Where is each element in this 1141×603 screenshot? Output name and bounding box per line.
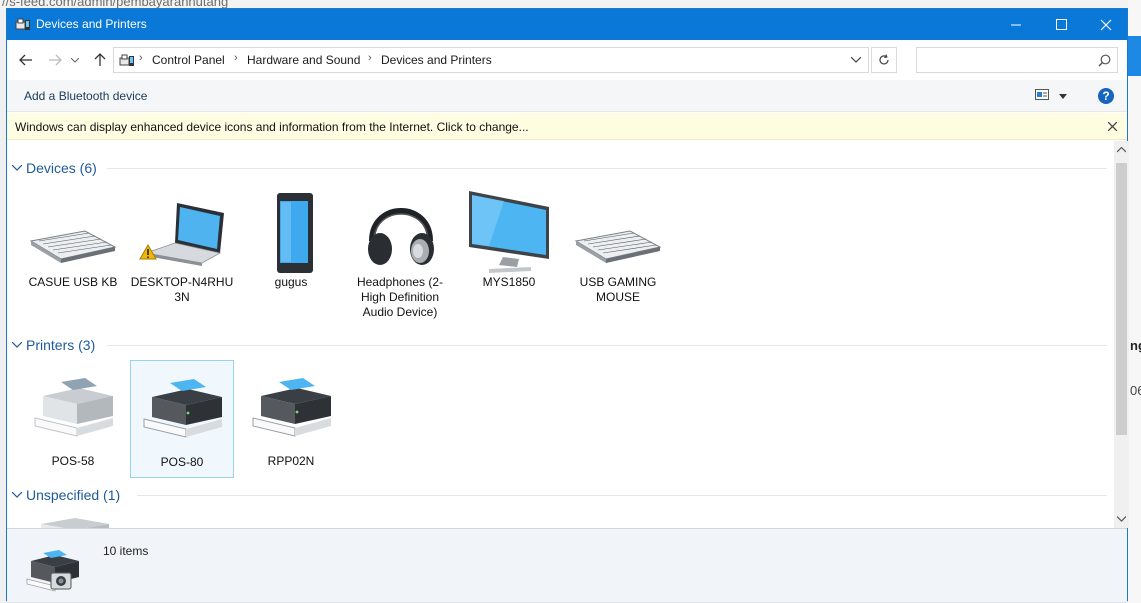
devices-printers-icon xyxy=(15,18,30,30)
change-view-button[interactable] xyxy=(1035,89,1075,105)
background-blue-block xyxy=(1128,36,1141,76)
arrow-right-icon xyxy=(49,54,62,66)
close-icon xyxy=(1100,19,1112,30)
monitor-icon xyxy=(469,191,549,273)
window-title: Devices and Printers xyxy=(36,17,147,31)
device-item[interactable]: gugus xyxy=(239,181,343,290)
group-divider xyxy=(107,345,1107,346)
chevron-down-icon xyxy=(12,165,22,171)
scrollbar-thumb[interactable] xyxy=(1116,163,1127,435)
device-label: CASUE USB KB xyxy=(28,275,118,289)
add-bluetooth-device-button[interactable]: Add a Bluetooth device xyxy=(24,89,147,103)
device-item[interactable]: DESKTOP-N4RHU 3N xyxy=(130,181,234,305)
printer-item[interactable]: POS-58 xyxy=(21,360,125,469)
keyboard-icon xyxy=(574,230,662,263)
printer-label: POS-58 xyxy=(51,454,95,468)
device-item[interactable]: MYS1850 xyxy=(457,181,561,290)
refresh-icon xyxy=(879,54,889,65)
close-icon[interactable] xyxy=(1108,122,1117,131)
close-button[interactable] xyxy=(1083,9,1129,40)
device-label: USB GAMING MOUSE xyxy=(579,275,657,304)
search-icon xyxy=(1098,54,1111,67)
device-label: MYS1850 xyxy=(482,275,536,289)
group-divider xyxy=(107,168,1107,169)
laptop-icon xyxy=(139,203,224,266)
unspecified-device-item[interactable] xyxy=(21,510,125,528)
breadcrumb-control-panel[interactable]: Control Panel xyxy=(152,53,225,67)
background-right-edge: ng 06 xyxy=(1128,0,1141,603)
minimize-button[interactable] xyxy=(993,9,1039,40)
group-title: Devices (6) xyxy=(26,160,97,176)
breadcrumb-devices-and-printers[interactable]: Devices and Printers xyxy=(381,53,492,67)
printer-gray-icon xyxy=(34,378,113,437)
background-text: 06 xyxy=(1130,383,1141,398)
headphones-icon xyxy=(368,208,434,265)
refresh-button[interactable] xyxy=(871,47,897,73)
vertical-scrollbar[interactable] xyxy=(1114,141,1129,528)
printer-item-selected[interactable]: POS-80 xyxy=(130,360,234,478)
search-box[interactable] xyxy=(916,47,1118,73)
help-button[interactable]: ? xyxy=(1098,88,1114,104)
printer-label: RPP02N xyxy=(267,454,315,468)
device-label: Headphones (2- High Definition Audio Dev… xyxy=(356,275,444,319)
group-header-unspecified[interactable]: Unspecified (1) xyxy=(12,487,120,503)
device-list: Devices (6) CASUE USB KB DESKTOP-N4RHU 3… xyxy=(7,141,1114,528)
chevron-down-icon[interactable] xyxy=(851,57,861,63)
item-count: 10 items xyxy=(103,544,149,558)
keyboard-icon xyxy=(29,230,117,263)
title-bar[interactable]: Devices and Printers xyxy=(7,9,1127,40)
devices-printers-icon xyxy=(26,550,79,592)
chevron-up-icon[interactable] xyxy=(1117,147,1126,153)
command-bar: Add a Bluetooth device ? xyxy=(7,80,1127,112)
printer-label: POS-80 xyxy=(160,455,204,469)
maximize-icon xyxy=(1055,19,1067,30)
breadcrumb-hardware-and-sound[interactable]: Hardware and Sound xyxy=(247,53,360,67)
background-text: ng xyxy=(1130,338,1141,353)
chevron-down-icon xyxy=(12,492,22,498)
group-title: Printers (3) xyxy=(26,337,96,353)
recent-locations-button[interactable] xyxy=(69,50,81,70)
chevron-down-icon xyxy=(71,57,79,63)
info-bar-message[interactable]: Windows can display enhanced device icon… xyxy=(15,120,529,134)
chevron-down-icon xyxy=(1059,94,1067,99)
breadcrumb-separator-icon: › xyxy=(368,52,372,64)
arrow-up-icon xyxy=(94,53,106,66)
chevron-down-icon[interactable] xyxy=(1117,516,1126,522)
details-pane: 10 items xyxy=(7,528,1127,602)
group-header-printers[interactable]: Printers (3) xyxy=(12,337,95,353)
device-item[interactable]: USB GAMING MOUSE xyxy=(566,181,670,305)
arrow-left-icon xyxy=(19,54,32,66)
device-item[interactable]: Headphones (2- High Definition Audio Dev… xyxy=(348,181,452,320)
minimize-icon xyxy=(1010,24,1021,26)
back-button[interactable] xyxy=(16,50,36,70)
group-divider xyxy=(137,495,1107,496)
maximize-button[interactable] xyxy=(1038,9,1084,40)
phone-icon xyxy=(277,193,313,273)
breadcrumb-separator-icon: › xyxy=(139,52,143,64)
printer-item[interactable]: RPP02N xyxy=(239,360,343,469)
chevron-down-icon xyxy=(12,342,22,348)
info-bar[interactable]: Windows can display enhanced device icon… xyxy=(7,113,1127,140)
group-header-devices[interactable]: Devices (6) xyxy=(12,160,97,176)
search-input[interactable] xyxy=(921,51,1095,71)
breadcrumb-separator-icon: › xyxy=(234,52,238,64)
forward-button[interactable] xyxy=(45,50,65,70)
printer-icon xyxy=(143,379,222,438)
devices-printers-icon xyxy=(119,54,134,66)
printer-icon xyxy=(252,378,331,437)
device-label: gugus xyxy=(274,275,308,289)
address-bar[interactable]: › Control Panel › Hardware and Sound › D… xyxy=(113,47,869,73)
device-label: DESKTOP-N4RHU 3N xyxy=(130,275,234,304)
device-item[interactable]: CASUE USB KB xyxy=(21,181,125,290)
view-icon xyxy=(1035,89,1049,100)
navigation-bar: › Control Panel › Hardware and Sound › D… xyxy=(7,40,1127,80)
device-generic-icon xyxy=(41,518,109,528)
up-button[interactable] xyxy=(90,50,110,70)
devices-and-printers-window: Devices and Printers › Control Panel › H… xyxy=(6,8,1129,602)
group-title: Unspecified (1) xyxy=(26,487,121,503)
